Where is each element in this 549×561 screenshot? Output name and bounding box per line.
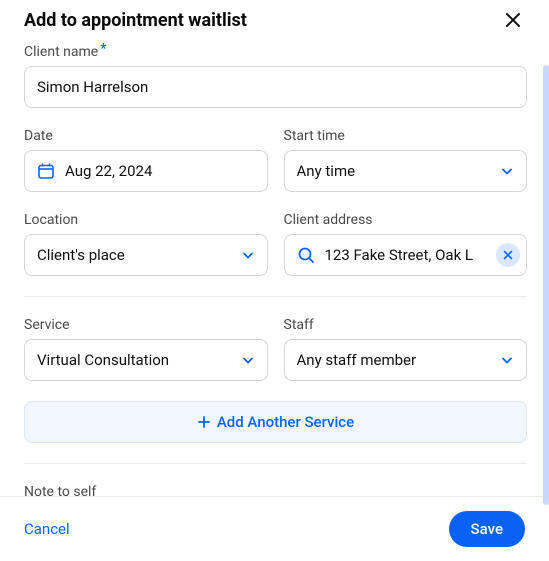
client-name-group: Client name* Simon Harrelson [24, 44, 527, 108]
location-value: Client's place [37, 246, 241, 264]
add-another-service-button[interactable]: Add Another Service [24, 401, 527, 443]
staff-select[interactable]: Any staff member [284, 339, 528, 381]
chevron-down-icon [500, 164, 514, 178]
client-address-group: Client address 123 Fake Street, Oak L [284, 212, 528, 276]
start-time-select[interactable]: Any time [284, 150, 528, 192]
service-group: Service Virtual Consultation [24, 317, 268, 381]
start-time-group: Start time Any time [284, 128, 528, 192]
start-time-label: Start time [284, 128, 528, 144]
staff-value: Any staff member [297, 351, 501, 369]
location-label: Location [24, 212, 268, 228]
note-label: Note to self [24, 484, 527, 496]
location-select[interactable]: Client's place [24, 234, 268, 276]
client-address-input[interactable]: 123 Fake Street, Oak L [284, 234, 528, 276]
calendar-icon [37, 162, 55, 180]
date-picker[interactable]: Aug 22, 2024 [24, 150, 268, 192]
required-asterisk: * [100, 41, 106, 57]
staff-group: Staff Any staff member [284, 317, 528, 381]
client-name-value: Simon Harrelson [37, 78, 514, 96]
note-group: Note to self Client requested a callback… [24, 484, 527, 496]
service-staff-row: Service Virtual Consultation Staff Any s… [24, 317, 527, 381]
waitlist-modal: Add to appointment waitlist Client name*… [0, 0, 549, 561]
add-service-group: Add Another Service [24, 401, 527, 443]
client-name-label: Client name* [24, 44, 527, 60]
chevron-down-icon [500, 353, 514, 367]
modal-header: Add to appointment waitlist [0, 0, 549, 32]
service-label: Service [24, 317, 268, 333]
divider [24, 463, 527, 464]
service-value: Virtual Consultation [37, 351, 241, 369]
divider [24, 296, 527, 297]
add-service-label: Add Another Service [217, 413, 354, 431]
date-label: Date [24, 128, 268, 144]
date-value: Aug 22, 2024 [65, 162, 255, 180]
close-icon [503, 250, 513, 260]
location-group: Location Client's place [24, 212, 268, 276]
save-button[interactable]: Save [449, 511, 525, 547]
location-address-row: Location Client's place Client address 1… [24, 212, 527, 276]
modal-body: Client name* Simon Harrelson Date Aug 22… [0, 32, 549, 496]
date-group: Date Aug 22, 2024 [24, 128, 268, 192]
client-name-input[interactable]: Simon Harrelson [24, 66, 527, 108]
staff-label: Staff [284, 317, 528, 333]
client-address-label: Client address [284, 212, 528, 228]
client-address-value: 123 Fake Street, Oak L [325, 246, 487, 264]
chevron-down-icon [241, 353, 255, 367]
modal-footer: Cancel Save [0, 496, 549, 561]
search-icon [297, 246, 315, 264]
cancel-button[interactable]: Cancel [24, 520, 70, 538]
date-time-row: Date Aug 22, 2024 Start time Any time [24, 128, 527, 192]
service-select[interactable]: Virtual Consultation [24, 339, 268, 381]
start-time-value: Any time [297, 162, 501, 180]
close-icon [505, 12, 521, 28]
close-button[interactable] [501, 8, 525, 32]
chevron-down-icon [241, 248, 255, 262]
plus-icon [197, 415, 211, 429]
modal-title: Add to appointment waitlist [24, 10, 247, 31]
clear-address-button[interactable] [496, 243, 520, 267]
client-name-label-text: Client name [24, 44, 98, 60]
